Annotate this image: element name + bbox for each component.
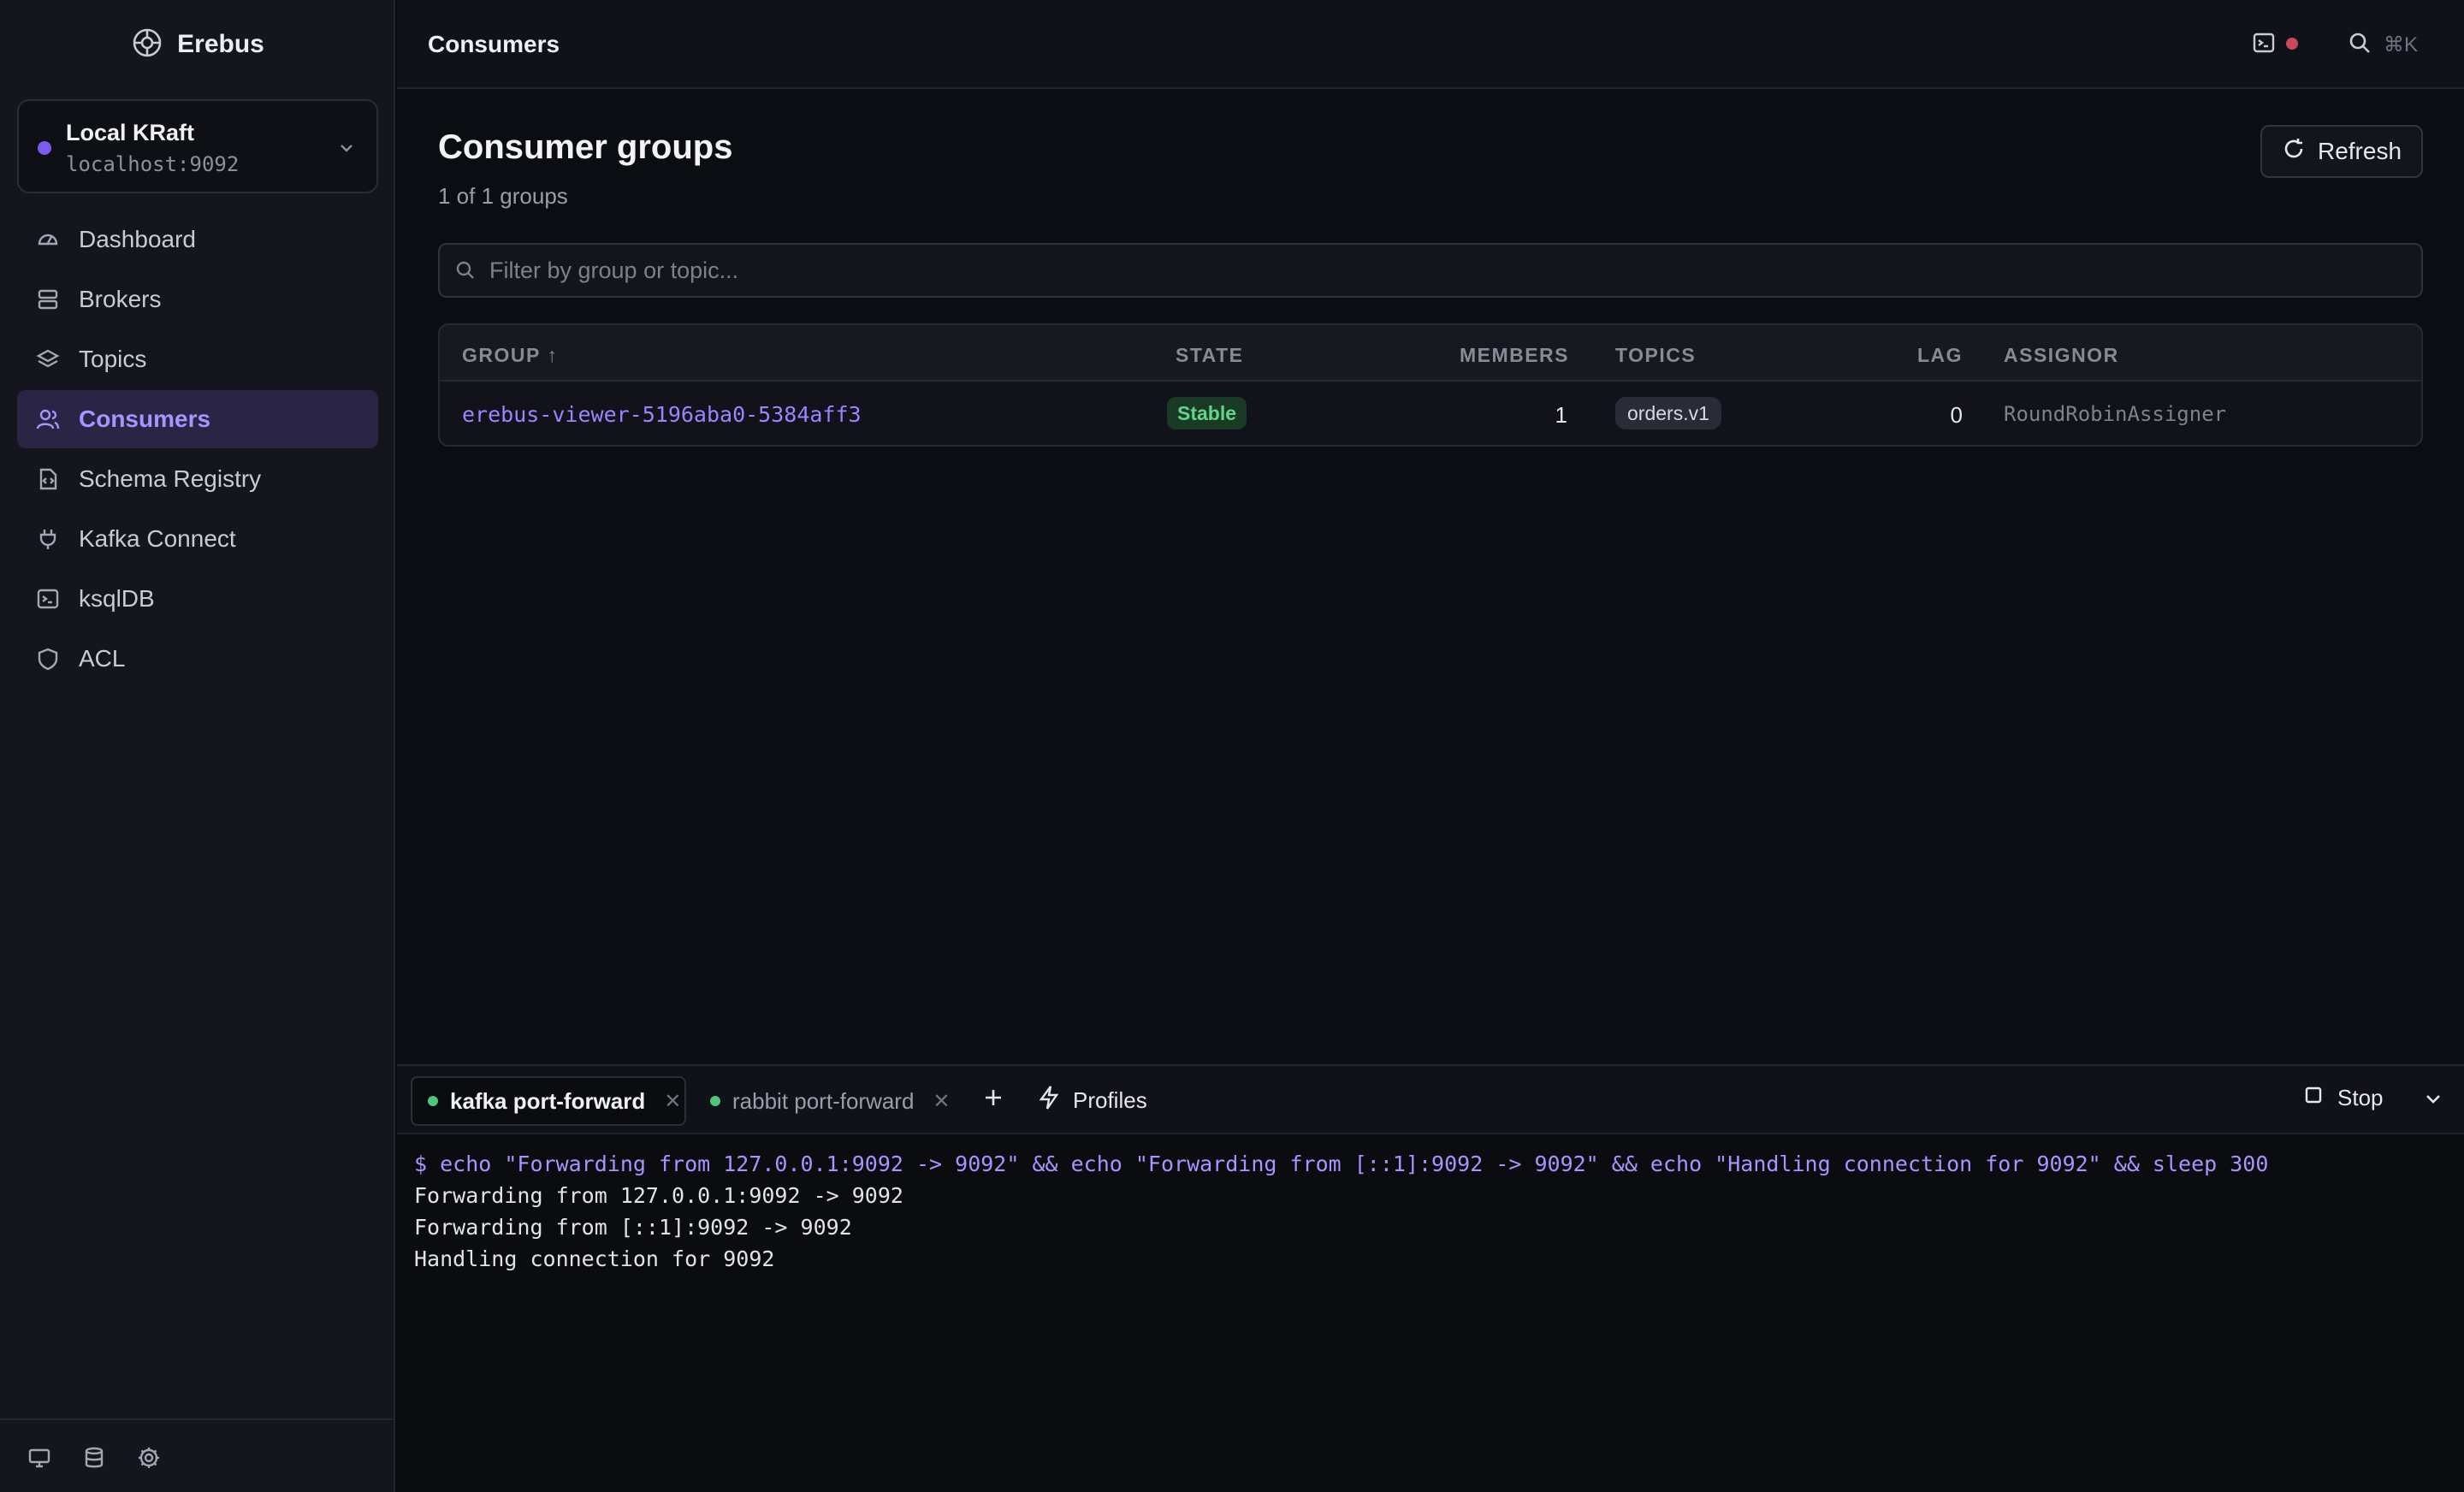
cluster-selector[interactable]: Local KRaft localhost:9092 [17, 99, 378, 193]
sidebar-item-brokers[interactable]: Brokers [17, 270, 378, 329]
sidebar-item-label: Schema Registry [79, 465, 262, 492]
terminal-output-line: Forwarding from 127.0.0.1:9092 -> 9092 [414, 1183, 903, 1208]
sidebar-item-schema-registry[interactable]: Schema Registry [17, 450, 378, 508]
sidebar-item-ksqldb[interactable]: ksqlDB [17, 570, 378, 628]
search-icon [455, 260, 476, 285]
terminal-tab-label: kafka port-forward [450, 1087, 646, 1114]
stop-label: Stop [2337, 1085, 2384, 1110]
members-count: 1 [1555, 402, 1567, 428]
terminal-icon [36, 587, 60, 611]
sidebar-item-label: Consumers [79, 406, 211, 432]
column-header-assignor[interactable]: ASSIGNOR [2004, 344, 2119, 367]
running-indicator [710, 1096, 720, 1106]
assignor-value: RoundRobinAssigner [2004, 402, 2227, 426]
column-header-group[interactable]: GROUP ↑ [462, 344, 558, 367]
page-breadcrumb: Consumers [428, 31, 560, 57]
gear-icon[interactable] [135, 1444, 163, 1471]
page-title: Consumer groups [438, 128, 733, 166]
refresh-button[interactable]: Refresh [2260, 125, 2423, 178]
terminal-panel: kafka port-forward ✕ rabbit port-forward… [397, 1064, 2464, 1492]
erebus-logo-icon [131, 27, 163, 63]
search-icon[interactable] [2348, 31, 2372, 59]
filter-field[interactable] [438, 243, 2423, 298]
sidebar: Erebus Local KRaft localhost:9092 Dashbo… [0, 0, 395, 1492]
add-terminal-icon[interactable] [980, 1085, 1006, 1115]
chevron-down-icon[interactable] [2421, 1086, 2445, 1115]
status-badge: Stable [1167, 397, 1247, 429]
terminal-tab-label: rabbit port-forward [732, 1087, 915, 1114]
lag-value: 0 [1950, 402, 1963, 428]
terminal-toggle-icon[interactable] [2252, 31, 2276, 59]
chevron-down-icon [335, 137, 358, 163]
refresh-icon [2282, 137, 2306, 167]
running-indicator [428, 1096, 438, 1106]
terminal-tab-kafka[interactable]: kafka port-forward ✕ [411, 1076, 686, 1126]
sidebar-item-acl[interactable]: ACL [17, 630, 378, 688]
cluster-status-dot [38, 141, 51, 155]
filter-input[interactable] [489, 250, 2406, 291]
close-icon[interactable]: ✕ [664, 1089, 681, 1114]
terminal-output-line: Forwarding from [::1]:9092 -> 9092 [414, 1215, 852, 1240]
sidebar-item-label: ACL [79, 645, 126, 672]
group-id-link[interactable]: erebus-viewer-5196aba0-5384aff3 [462, 402, 862, 427]
profiles-label: Profiles [1073, 1087, 1147, 1113]
database-icon[interactable] [80, 1444, 108, 1471]
gauge-icon [36, 228, 60, 252]
lightning-icon [1037, 1085, 1061, 1116]
file-code-icon [36, 467, 60, 491]
search-shortcut[interactable]: ⌘K [2384, 33, 2418, 57]
terminal-tab-rabbit[interactable]: rabbit port-forward ✕ [695, 1076, 968, 1126]
column-header-members[interactable]: MEMBERS [1460, 344, 1569, 367]
sidebar-item-label: Kafka Connect [79, 525, 236, 552]
terminal-command-line: $ echo "Forwarding from 127.0.0.1:9092 -… [414, 1152, 2269, 1176]
sidebar-item-label: ksqlDB [79, 585, 155, 612]
sidebar-item-consumers[interactable]: Consumers [17, 390, 378, 448]
close-icon[interactable]: ✕ [933, 1089, 950, 1114]
cluster-host: localhost:9092 [66, 152, 240, 176]
sidebar-item-label: Dashboard [79, 226, 196, 252]
terminal-output[interactable]: $ echo "Forwarding from 127.0.0.1:9092 -… [414, 1152, 2450, 1278]
column-header-state[interactable]: STATE [1176, 344, 1243, 367]
shield-icon [36, 647, 60, 671]
topbar: Consumers ⌘K [397, 0, 2464, 89]
layers-icon [36, 347, 60, 371]
app-name: Erebus [177, 30, 264, 58]
stop-icon [2303, 1085, 2324, 1111]
topic-chip[interactable]: orders.v1 [1615, 397, 1721, 429]
terminal-tabbar: kafka port-forward ✕ rabbit port-forward… [397, 1066, 2464, 1134]
sidebar-item-topics[interactable]: Topics [17, 330, 378, 388]
users-icon [36, 407, 60, 431]
cluster-name: Local KRaft [66, 120, 195, 145]
sidebar-item-label: Topics [79, 346, 147, 372]
column-header-topics[interactable]: TOPICS [1615, 344, 1696, 367]
table-row[interactable]: erebus-viewer-5196aba0-5384aff3 Stable 1… [440, 382, 2421, 445]
recording-indicator [2286, 38, 2298, 50]
consumer-groups-table: GROUP ↑ STATE MEMBERS TOPICS LAG ASSIGNO… [438, 323, 2423, 447]
column-header-lag[interactable]: LAG [1917, 344, 1963, 367]
sidebar-footer [0, 1418, 394, 1492]
sidebar-item-dashboard[interactable]: Dashboard [17, 210, 378, 269]
group-count: 1 of 1 groups [438, 183, 568, 209]
stop-button[interactable]: Stop [2303, 1085, 2384, 1111]
terminal-output-line: Handling connection for 9092 [414, 1246, 775, 1271]
server-icon [36, 287, 60, 311]
sidebar-item-kafka-connect[interactable]: Kafka Connect [17, 510, 378, 568]
brand[interactable]: Erebus [0, 26, 395, 63]
refresh-label: Refresh [2317, 138, 2402, 164]
sidebar-item-label: Brokers [79, 286, 162, 312]
table-header: GROUP ↑ STATE MEMBERS TOPICS LAG ASSIGNO… [440, 325, 2421, 382]
profiles-button[interactable]: Profiles [1037, 1085, 1147, 1116]
plug-icon [36, 527, 60, 551]
monitor-icon[interactable] [26, 1444, 53, 1471]
